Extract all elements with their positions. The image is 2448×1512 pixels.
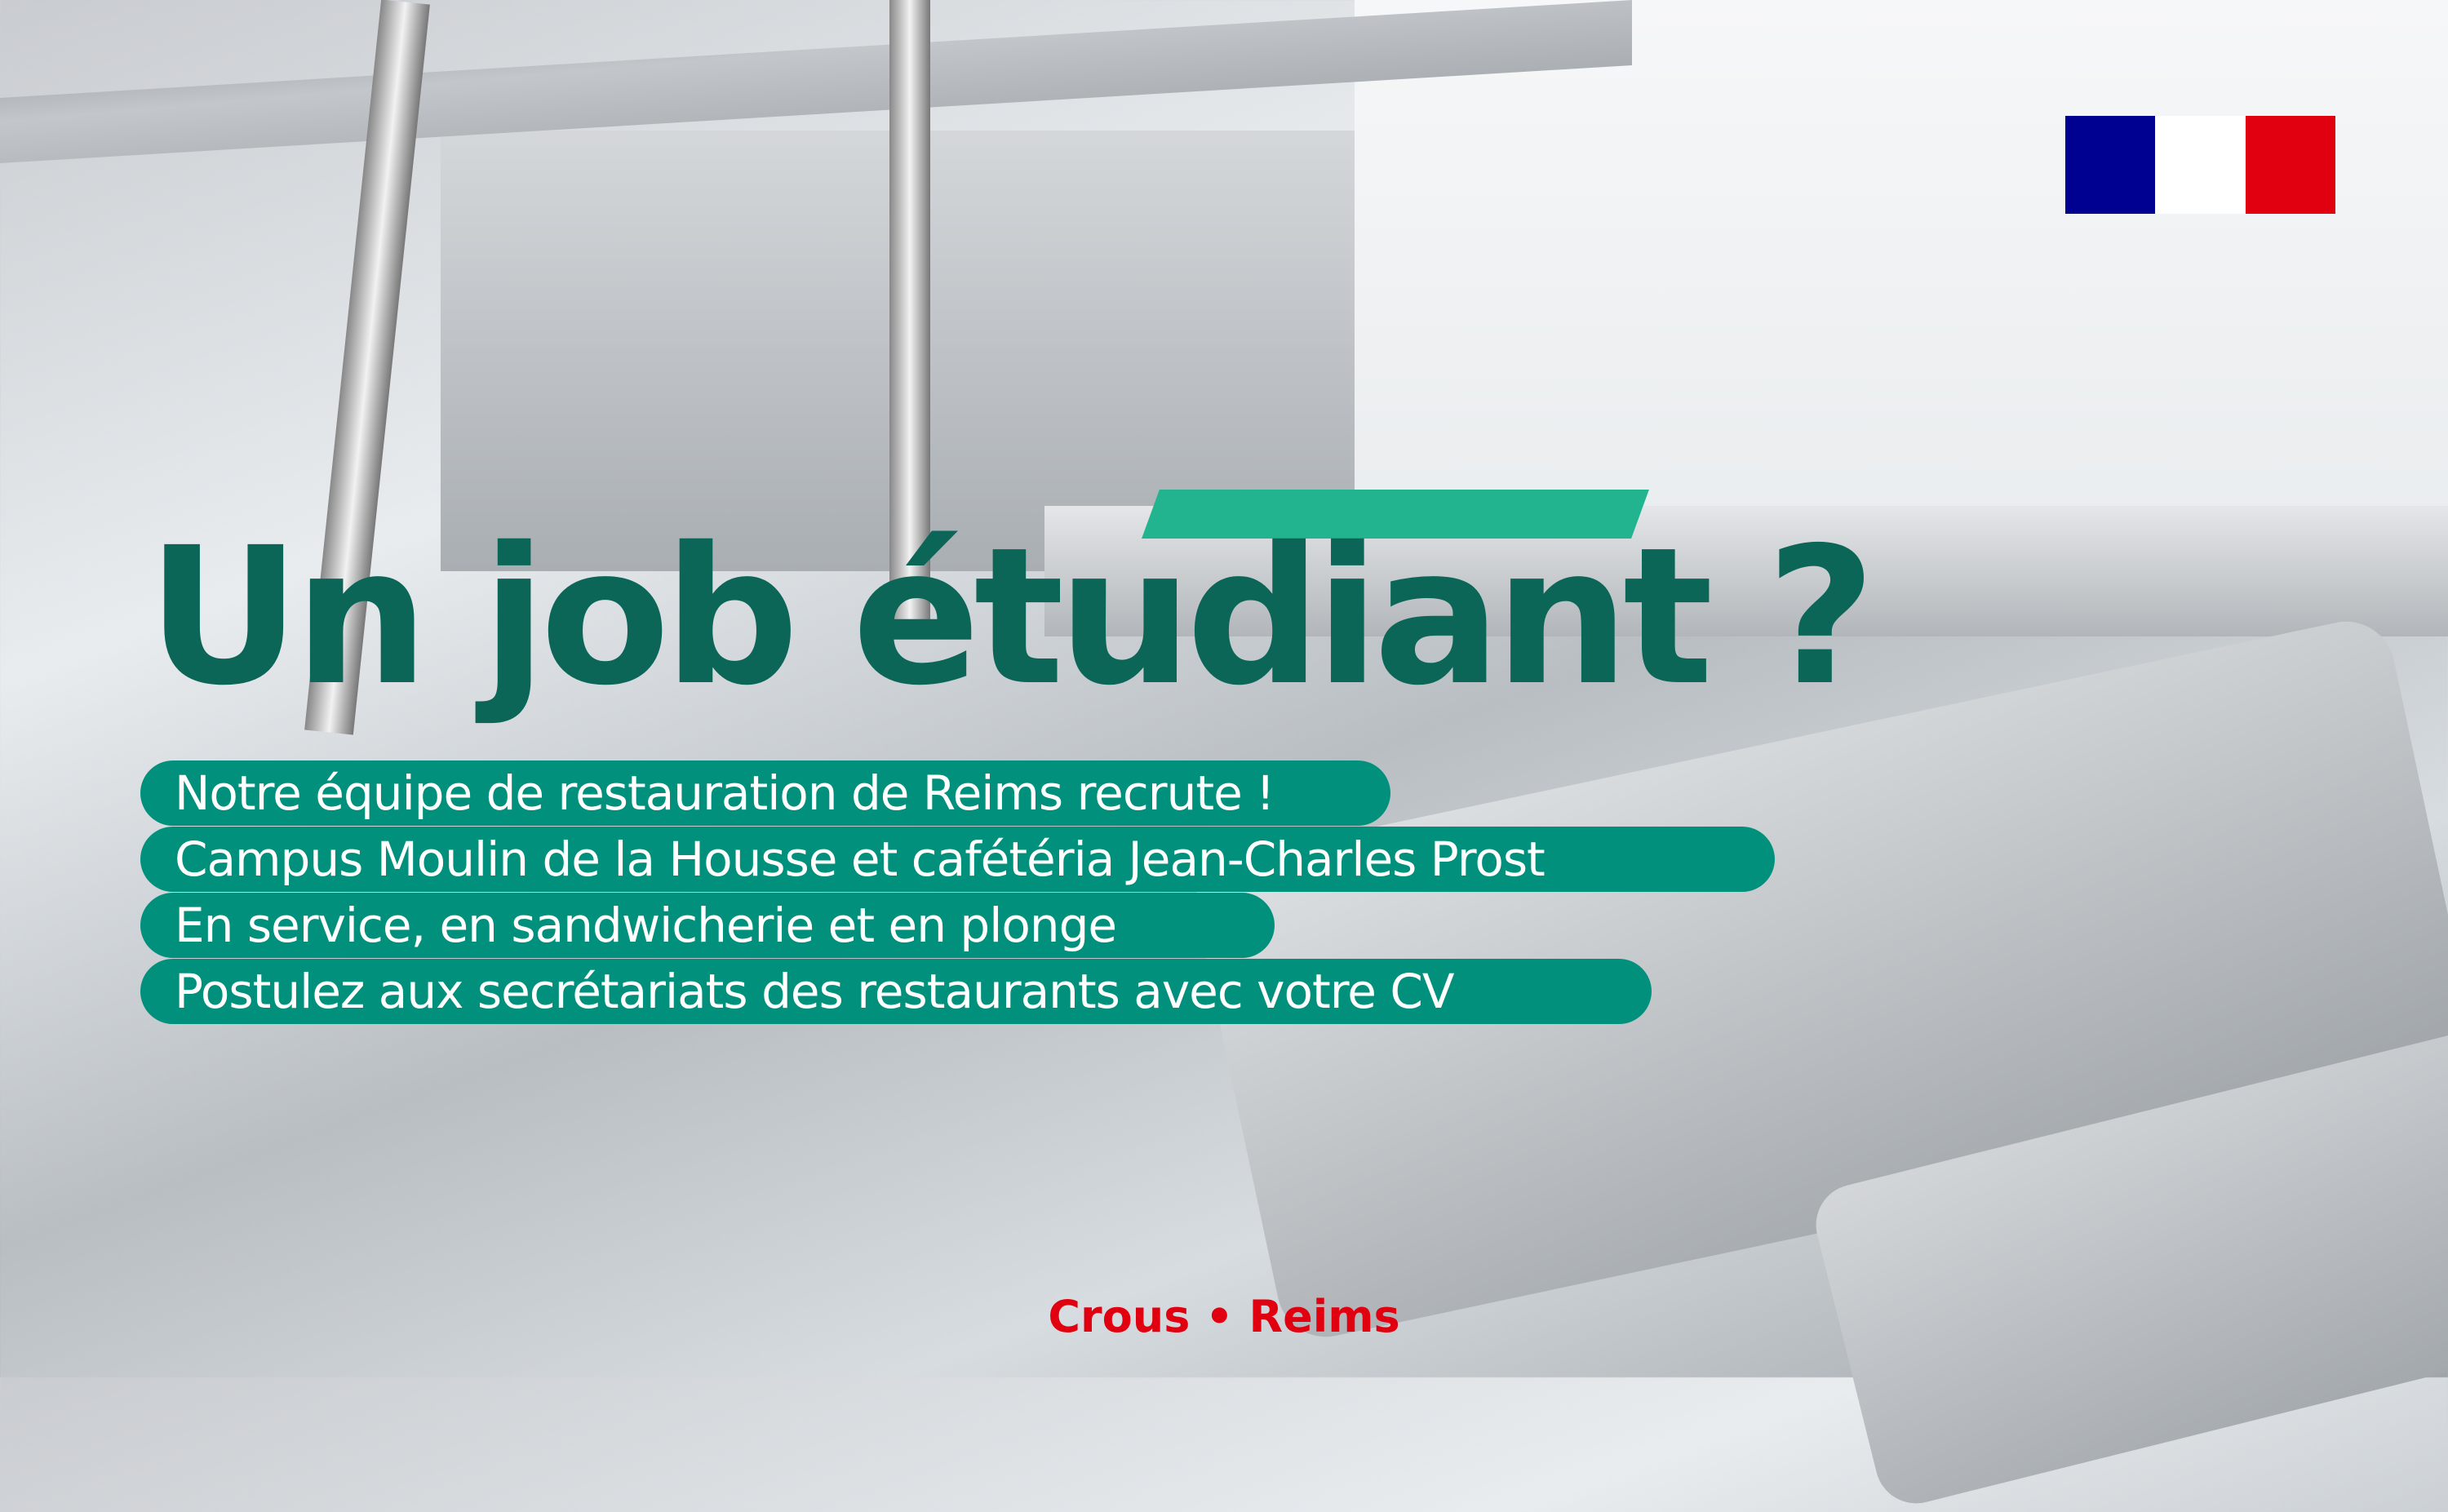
- separator-dot: •: [1205, 1291, 1234, 1342]
- marianne-logo: [2065, 116, 2335, 214]
- info-line: Postulez aux secrétariats des restaurant…: [140, 959, 1652, 1024]
- info-line: En service, en sandwicherie et en plonge: [140, 893, 1275, 958]
- crous-reims-logo: Crous • Reims: [0, 1291, 2448, 1342]
- tiled-wall: [1355, 0, 2448, 571]
- city-name: Reims: [1248, 1291, 1400, 1342]
- info-line: Notre équipe de restauration de Reims re…: [140, 760, 1390, 826]
- info-line: Campus Moulin de la Housse et cafétéria …: [140, 827, 1775, 892]
- brand-name: Crous: [1048, 1291, 1191, 1342]
- headline: Un job étudiant ?: [147, 507, 1876, 727]
